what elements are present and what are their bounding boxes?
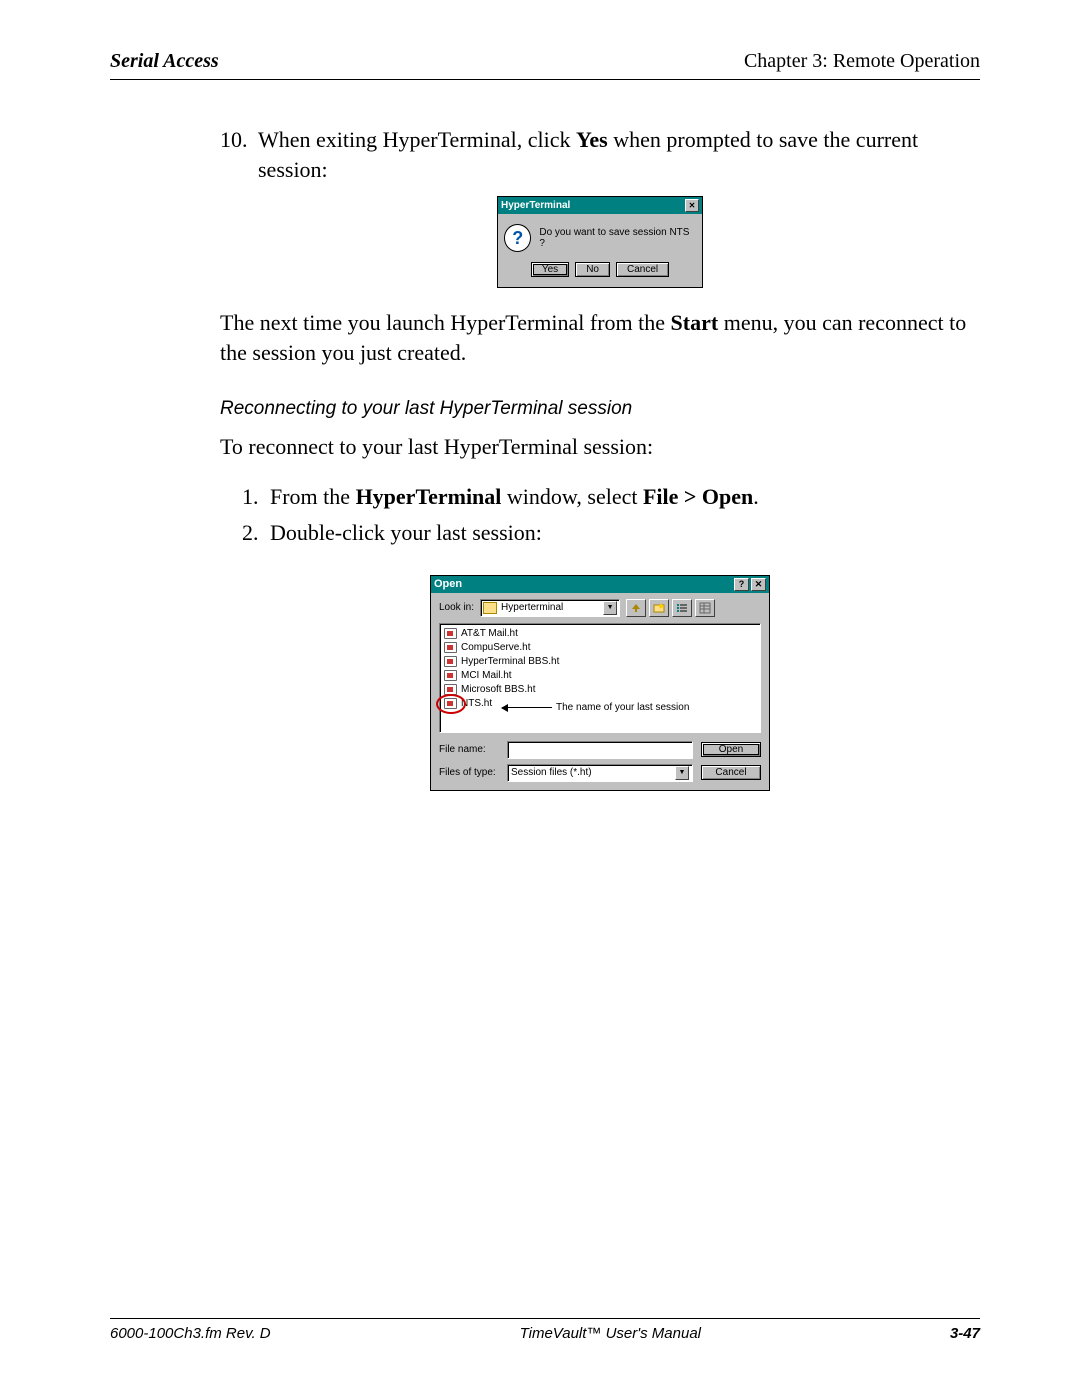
open-dialog-bottom: File name: Open Files of type: Session f… bbox=[431, 733, 769, 790]
lookin-value: Hyperterminal bbox=[501, 602, 563, 613]
open-dialog: Open ? ✕ Look in: Hyperterminal ▼ bbox=[430, 575, 770, 791]
subheading-reconnect: Reconnecting to your last HyperTerminal … bbox=[220, 398, 980, 420]
lookin-combo[interactable]: Hyperterminal ▼ bbox=[480, 599, 620, 617]
chevron-down-icon[interactable]: ▼ bbox=[675, 766, 689, 780]
footer-page-number: 3-47 bbox=[950, 1325, 980, 1342]
page: Serial Access Chapter 3: Remote Operatio… bbox=[0, 0, 1080, 1397]
file-list[interactable]: AT&T Mail.ht CompuServe.ht HyperTerminal… bbox=[439, 623, 761, 733]
list-item[interactable]: Microsoft BBS.ht bbox=[444, 683, 756, 697]
help-icon[interactable]: ? bbox=[734, 578, 749, 591]
list-view-icon[interactable] bbox=[672, 599, 692, 617]
step-number: 10. bbox=[220, 125, 258, 184]
question-icon: ? bbox=[504, 224, 531, 252]
lookin-label: Look in: bbox=[439, 602, 474, 613]
annotation-text: The name of your last session bbox=[556, 702, 689, 713]
session-file-icon bbox=[444, 698, 457, 709]
body-content: 10. When exiting HyperTerminal, click Ye… bbox=[110, 125, 980, 791]
session-file-icon bbox=[444, 684, 457, 695]
dialog-titlebar: HyperTerminal ✕ bbox=[498, 197, 702, 214]
dialog-title: Open bbox=[434, 578, 462, 590]
session-file-icon bbox=[444, 670, 457, 681]
arrow-line bbox=[502, 707, 552, 708]
list-item[interactable]: MCI Mail.ht bbox=[444, 669, 756, 683]
dialog-body: ? Do you want to save session NTS ? bbox=[498, 214, 702, 262]
list-item[interactable]: HyperTerminal BBS.ht bbox=[444, 655, 756, 669]
paragraph-next-launch: The next time you launch HyperTerminal f… bbox=[220, 308, 980, 367]
annotation-arrow: The name of your last session bbox=[502, 702, 689, 713]
intro-reconnect: To reconnect to your last HyperTerminal … bbox=[220, 432, 980, 462]
open-toolbar: Look in: Hyperterminal ▼ bbox=[431, 593, 769, 623]
hyperterminal-save-dialog: HyperTerminal ✕ ? Do you want to save se… bbox=[497, 196, 703, 288]
session-file-icon bbox=[444, 628, 457, 639]
list-item[interactable]: AT&T Mail.ht bbox=[444, 627, 756, 641]
filename-input[interactable] bbox=[507, 741, 693, 759]
close-icon[interactable]: ✕ bbox=[685, 199, 699, 212]
save-dialog-figure: HyperTerminal ✕ ? Do you want to save se… bbox=[220, 196, 980, 288]
session-file-icon bbox=[444, 656, 457, 667]
page-footer: 6000-100Ch3.fm Rev. D TimeVault™ User's … bbox=[110, 1318, 980, 1342]
reconnect-steps: 1. From the HyperTerminal window, select… bbox=[220, 479, 980, 549]
step-text: When exiting HyperTerminal, click Yes wh… bbox=[258, 125, 980, 184]
page-header: Serial Access Chapter 3: Remote Operatio… bbox=[110, 50, 980, 80]
up-one-level-icon[interactable] bbox=[626, 599, 646, 617]
dialog-message: Do you want to save session NTS ? bbox=[539, 227, 694, 249]
step-10: 10. When exiting HyperTerminal, click Ye… bbox=[220, 125, 980, 184]
folder-icon bbox=[483, 602, 497, 614]
chevron-down-icon[interactable]: ▼ bbox=[603, 601, 617, 615]
dialog-titlebar: Open ? ✕ bbox=[431, 576, 769, 593]
step-2: 2. Double-click your last session: bbox=[242, 515, 980, 550]
filetype-label: Files of type: bbox=[439, 767, 499, 778]
header-chapter: Chapter 3: Remote Operation bbox=[744, 50, 980, 73]
dialog-buttons: Yes No Cancel bbox=[498, 262, 702, 287]
session-file-icon bbox=[444, 642, 457, 653]
footer-doc-id: 6000-100Ch3.fm Rev. D bbox=[110, 1325, 271, 1342]
dialog-title: HyperTerminal bbox=[501, 200, 570, 211]
open-button[interactable]: Open bbox=[701, 742, 761, 757]
cancel-button[interactable]: Cancel bbox=[616, 262, 669, 277]
list-item[interactable]: CompuServe.ht bbox=[444, 641, 756, 655]
filename-label: File name: bbox=[439, 744, 499, 755]
open-dialog-figure: Open ? ✕ Look in: Hyperterminal ▼ bbox=[220, 575, 980, 791]
close-icon[interactable]: ✕ bbox=[751, 578, 766, 591]
filetype-combo[interactable]: Session files (*.ht)▼ bbox=[507, 764, 693, 782]
no-button[interactable]: No bbox=[575, 262, 610, 277]
details-view-icon[interactable] bbox=[695, 599, 715, 617]
footer-manual-title: TimeVault™ User's Manual bbox=[520, 1325, 701, 1342]
new-folder-icon[interactable] bbox=[649, 599, 669, 617]
cancel-button[interactable]: Cancel bbox=[701, 765, 761, 780]
step-1: 1. From the HyperTerminal window, select… bbox=[242, 479, 980, 514]
yes-button[interactable]: Yes bbox=[531, 262, 569, 277]
header-section: Serial Access bbox=[110, 50, 219, 73]
